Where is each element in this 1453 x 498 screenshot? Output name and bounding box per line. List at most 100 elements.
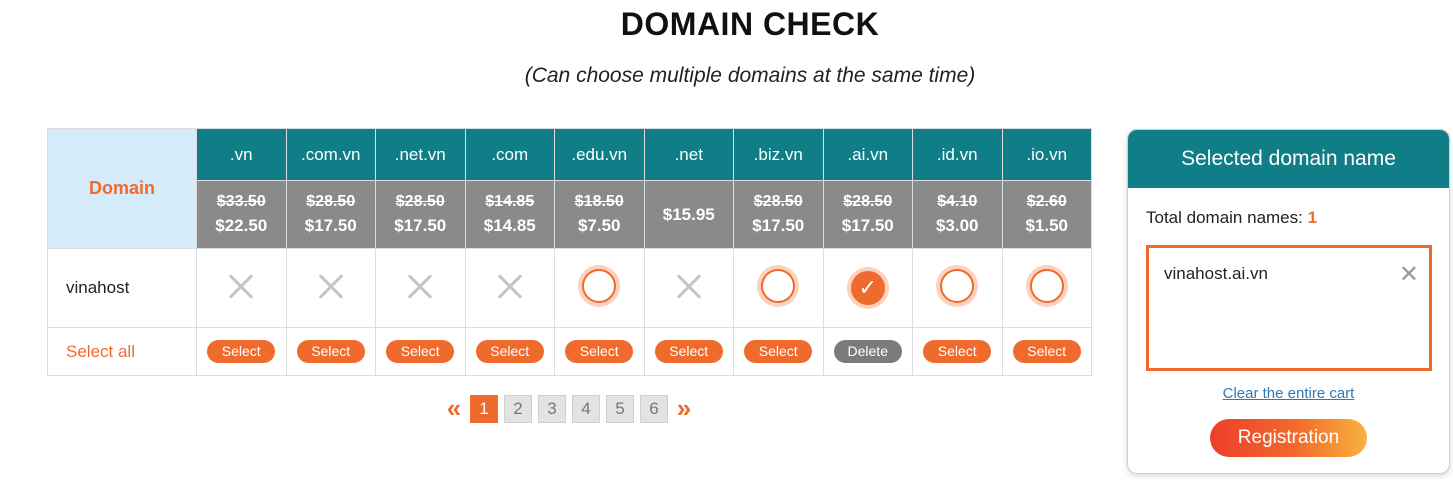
cart-total-count: 1 xyxy=(1307,208,1318,227)
tld-header: .io.vn xyxy=(1001,128,1092,181)
radio-icon[interactable] xyxy=(1029,268,1064,303)
price-cell: $4.10 $3.00 xyxy=(912,180,1003,249)
status-cell xyxy=(375,248,466,328)
tld-header: .com.vn xyxy=(285,128,376,181)
status-cell xyxy=(464,248,555,328)
price-cell: $33.50 $22.50 xyxy=(196,180,287,249)
old-price: $4.10 xyxy=(937,192,978,210)
tld-header: .net.vn xyxy=(375,128,466,181)
current-price: $15.95 xyxy=(662,204,715,224)
current-price: $17.50 xyxy=(841,215,894,235)
current-price: $17.50 xyxy=(752,215,805,235)
current-price: $17.50 xyxy=(394,215,447,235)
page-button[interactable]: 1 xyxy=(470,394,498,423)
tld-header: .biz.vn xyxy=(733,128,824,181)
clear-cart-link[interactable]: Clear the entire cart xyxy=(1128,385,1449,402)
tld-header: .net xyxy=(643,128,734,181)
old-price: $28.50 xyxy=(843,192,893,210)
radio-icon[interactable] xyxy=(761,268,796,303)
price-cell: $14.85 $14.85 xyxy=(464,180,555,249)
tld-header: .ai.vn xyxy=(822,128,913,181)
cart-item: vinahost.ai.vn xyxy=(1164,264,1268,283)
old-price: $33.50 xyxy=(216,192,266,210)
price-row: $33.50 $22.50 $28.50 $17.50 $28.50 $17.50 $… xyxy=(48,180,1092,249)
action-cell: Select xyxy=(464,327,555,376)
cart-total: Total domain names: 1 xyxy=(1146,208,1317,228)
current-price: $22.50 xyxy=(215,215,268,235)
page-button[interactable]: 3 xyxy=(538,394,566,423)
pagination-next[interactable]: » xyxy=(674,393,694,424)
select-button[interactable]: Select xyxy=(923,340,992,363)
select-button[interactable]: Select xyxy=(207,340,276,363)
status-cell xyxy=(912,248,1003,328)
current-price: $3.00 xyxy=(935,215,979,235)
tld-header-row: Domain .vn .com.vn .net.vn .com .edu.vn … xyxy=(47,128,1092,249)
x-icon xyxy=(228,273,254,299)
select-button[interactable]: Select xyxy=(475,340,544,363)
tld-header: .edu.vn xyxy=(554,128,645,181)
price-cell: $28.50 $17.50 xyxy=(822,180,913,249)
current-price: $7.50 xyxy=(577,215,621,235)
domain-column-header: Domain xyxy=(47,128,197,249)
select-button[interactable]: Select xyxy=(386,340,455,363)
action-row: Select all Select Select Select Select S… xyxy=(47,327,1092,376)
price-cell: $28.50 $17.50 xyxy=(733,180,824,249)
price-cell: $18.50 $7.50 xyxy=(554,180,645,249)
old-price: $28.50 xyxy=(306,192,356,210)
domain-name-cell: vinahost xyxy=(47,248,197,328)
status-cell xyxy=(554,248,645,328)
old-price: $28.50 xyxy=(395,192,445,210)
page-button[interactable]: 6 xyxy=(640,394,668,423)
tld-header: .id.vn xyxy=(912,128,1003,181)
price-cell: $2.60 $1.50 xyxy=(1001,180,1092,249)
x-icon xyxy=(407,273,433,299)
domain-table: Domain .vn .com.vn .net.vn .com .edu.vn … xyxy=(47,128,1092,376)
x-icon xyxy=(497,273,523,299)
price-cell: $28.50 $17.50 xyxy=(285,180,376,249)
registration-button[interactable]: Registration xyxy=(1210,419,1367,457)
action-cell: Select xyxy=(643,327,734,376)
action-cell: Select xyxy=(375,327,466,376)
action-cell: Select xyxy=(554,327,645,376)
cart-list: vinahost.ai.vn ✕ xyxy=(1146,245,1432,371)
price-cell: $28.50 $17.50 xyxy=(375,180,466,249)
select-button[interactable]: Select xyxy=(565,340,634,363)
radio-icon[interactable] xyxy=(582,268,617,303)
select-all-link[interactable]: Select all xyxy=(47,327,197,376)
x-icon xyxy=(676,273,702,299)
current-price: $14.85 xyxy=(483,215,536,235)
status-cell xyxy=(285,248,376,328)
current-price: $17.50 xyxy=(304,215,357,235)
pagination: « 1 2 3 4 5 6 » xyxy=(444,393,694,424)
action-cell: Select xyxy=(912,327,1003,376)
page-button[interactable]: 4 xyxy=(572,394,600,423)
x-icon xyxy=(318,273,344,299)
radio-icon[interactable] xyxy=(940,268,975,303)
status-cell xyxy=(1001,248,1092,328)
select-button[interactable]: Select xyxy=(744,340,813,363)
status-cell: ✓ xyxy=(822,248,913,328)
close-icon[interactable]: ✕ xyxy=(1399,260,1419,289)
tld-header: .vn xyxy=(196,128,287,181)
delete-button[interactable]: Delete xyxy=(833,340,902,363)
current-price: $1.50 xyxy=(1025,215,1069,235)
price-cell: $15.95 xyxy=(643,180,734,249)
select-button[interactable]: Select xyxy=(654,340,723,363)
action-cell: Select xyxy=(1001,327,1092,376)
tld-header: .com xyxy=(464,128,555,181)
pagination-prev[interactable]: « xyxy=(444,393,464,424)
check-icon[interactable]: ✓ xyxy=(850,271,885,305)
select-button[interactable]: Select xyxy=(1012,340,1081,363)
page-button[interactable]: 5 xyxy=(606,394,634,423)
domain-result-row: vinahost ✓ xyxy=(47,248,1092,328)
select-button[interactable]: Select xyxy=(296,340,365,363)
old-price: $14.85 xyxy=(485,192,535,210)
cart-total-label: Total domain names: xyxy=(1146,208,1308,227)
old-price: $28.50 xyxy=(753,192,803,210)
old-price: $18.50 xyxy=(574,192,624,210)
status-cell xyxy=(196,248,287,328)
status-cell xyxy=(733,248,824,328)
page-title: DOMAIN CHECK xyxy=(620,6,880,42)
page-button[interactable]: 2 xyxy=(504,394,532,423)
status-cell xyxy=(643,248,734,328)
